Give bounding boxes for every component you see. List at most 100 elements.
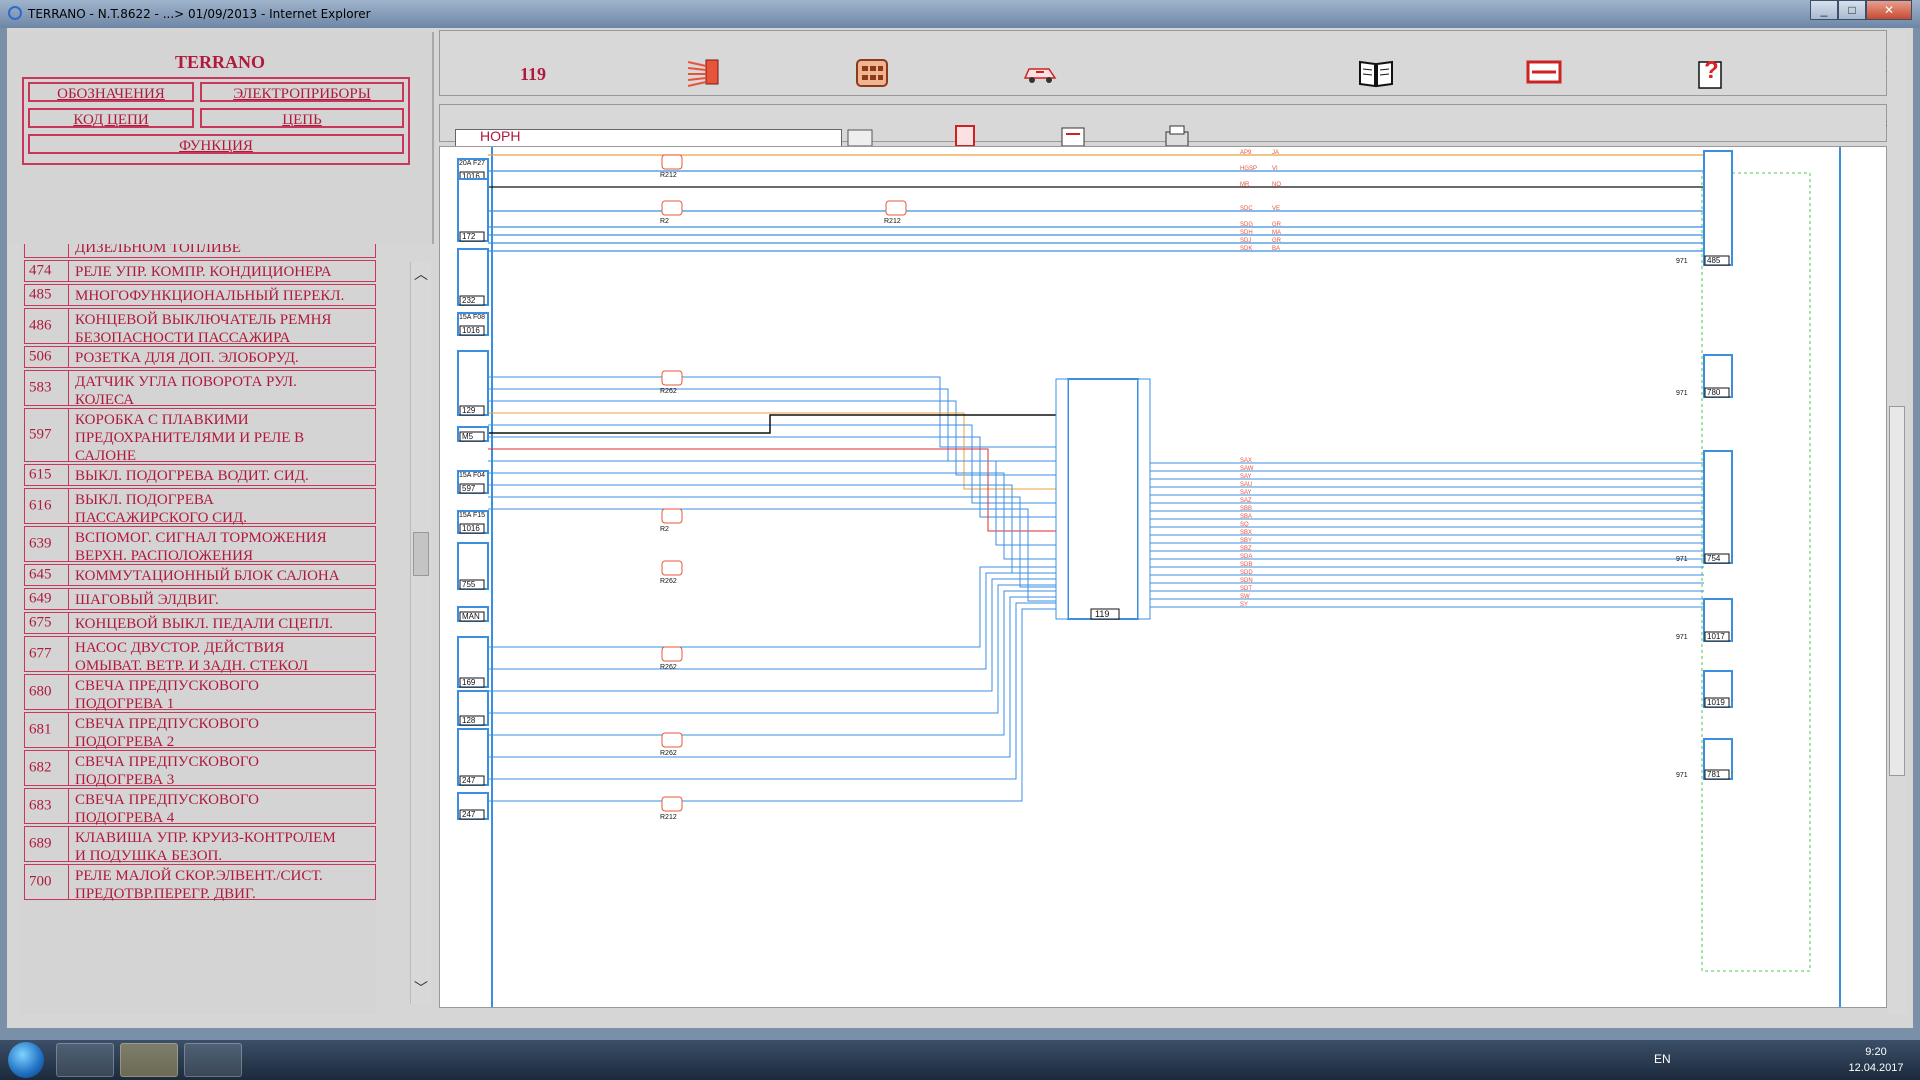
list-item[interactable]: 583 ДАТЧИК УГЛА ПОВОРОТА РУЛ. КОЛЕСА — [24, 370, 376, 408]
list-item-code[interactable]: 485 — [25, 285, 69, 305]
list-item-code — [25, 244, 69, 257]
fuse-icon[interactable] — [1526, 54, 1562, 90]
start-button[interactable] — [8, 1042, 44, 1078]
internet-explorer-icon — [8, 6, 22, 20]
list-scrollbar[interactable]: ︿ ﹀ — [410, 262, 431, 1004]
wiring-diagram-area[interactable]: AP9 JA HGSP VI MR NO SDC VE SDG GR SDH MA SDJ GR SDK BA… — [439, 146, 1887, 1008]
list-item-code[interactable]: 682 — [25, 751, 69, 785]
print-icon[interactable] — [1162, 124, 1192, 146]
list-item[interactable]: 649 ШАГОВЫЙ ЭЛДВИГ. — [24, 588, 376, 610]
list-item-code[interactable]: 675 — [25, 613, 69, 633]
list-item[interactable]: 486 КОНЦЕВОЙ ВЫКЛЮЧАТЕЛЬ РЕМНЯ БЕЗОПАСНОС… — [24, 308, 376, 346]
close-button[interactable]: ✕ — [1866, 0, 1912, 20]
list-item-code[interactable]: 680 — [25, 675, 69, 709]
component-id-label: 128 — [462, 716, 476, 725]
list-item-code[interactable]: 616 — [25, 489, 69, 523]
left-component: 247 — [457, 792, 489, 820]
component-id-label: 755 — [462, 580, 476, 589]
wire-color-label: GR — [1272, 222, 1282, 228]
svg-text:?: ? — [1704, 57, 1719, 84]
function-button[interactable]: ФУНКЦИЯ — [28, 134, 404, 154]
wire-code-label: SAW — [1240, 466, 1254, 472]
list-item-code[interactable]: 649 — [25, 589, 69, 609]
component-fuse-label: 15A F15 — [459, 512, 485, 519]
system-clock[interactable]: 9:20 12.04.2017 — [1840, 1044, 1912, 1076]
list-item-label: КОНЦЕВОЙ ВЫКЛ. ПЕДАЛИ СЦЕПЛ. — [75, 616, 334, 632]
list-item[interactable]: 700 РЕЛЕ МАЛОЙ СКОР.ЭЛВЕНТ./СИСТ. ПРЕДОТВ… — [24, 864, 376, 902]
list-item-label: РОЗЕТКА ДЛЯ ДОП. ЭЛОБОРУД. — [75, 350, 299, 366]
vehicle-location-icon[interactable] — [1022, 54, 1058, 90]
help-icon[interactable]: ? — [1694, 54, 1730, 90]
list-item[interactable]: 645 КОММУТАЦИОННЫЙ БЛОК САЛОНА — [24, 564, 376, 586]
list-item[interactable]: 680 СВЕЧА ПРЕДПУСКОВОГО ПОДОГРЕВА 1 — [24, 674, 376, 712]
wire-code-label: SAZ — [1240, 498, 1252, 504]
maximize-button[interactable]: □ — [1838, 0, 1866, 20]
taskbar-chrome-icon[interactable] — [184, 1043, 242, 1077]
electrical-devices-button[interactable]: ЭЛЕКТРОПРИБОРЫ — [200, 82, 404, 102]
wire-code-label: SDC — [1240, 206, 1253, 212]
list-item-code[interactable]: 597 — [25, 409, 69, 461]
diagram-scroll-thumb[interactable] — [1889, 406, 1905, 776]
notes-icon[interactable] — [1058, 124, 1088, 146]
list-item[interactable]: 506 РОЗЕТКА ДЛЯ ДОП. ЭЛОБОРУД. — [24, 346, 376, 368]
taskbar-explorer-folder-icon[interactable] — [120, 1043, 178, 1077]
list-item[interactable]: 616 ВЫКЛ. ПОДОГРЕВА ПАССАЖИРСКОГО СИД. — [24, 488, 376, 526]
book-icon[interactable] — [1358, 54, 1394, 90]
designations-button[interactable]: ОБОЗНАЧЕНИЯ — [28, 82, 194, 102]
list-item-code[interactable]: 689 — [25, 827, 69, 861]
list-item[interactable]: 615 ВЫКЛ. ПОДОГРЕВА ВОДИТ. СИД. — [24, 464, 376, 486]
list-item[interactable]: 639 ВСПОМОГ. СИГНАЛ ТОРМОЖЕНИЯ ВЕРХН. РАС… — [24, 526, 376, 564]
wire-code-label: SAY — [1240, 490, 1252, 496]
scroll-up-arrow-icon[interactable]: ︿ — [411, 266, 431, 282]
list-item-code[interactable]: 506 — [25, 347, 69, 367]
list-item-code[interactable]: 486 — [25, 309, 69, 343]
list-item[interactable]: 689 КЛАВИША УПР. КРУИЗ-КОНТРОЛЕМ И ПОДУШК… — [24, 826, 376, 864]
circuit-code-button[interactable]: КОД ЦЕПИ — [28, 108, 194, 128]
connector-label: R262 — [660, 578, 677, 585]
component-id-label: 1017 — [1707, 632, 1725, 641]
circuit-button[interactable]: ЦЕПЬ — [200, 108, 404, 128]
wire-code-label: SBX — [1240, 530, 1252, 536]
circuit-dropdown[interactable]: НОРН — [455, 129, 842, 147]
list-item-code[interactable]: 683 — [25, 789, 69, 823]
harness-icon[interactable] — [686, 54, 722, 90]
windows-taskbar: EN 9:20 12.04.2017 — [0, 1040, 1920, 1080]
list-scroll-thumb[interactable] — [413, 532, 429, 576]
wire-code-label: SQ — [1240, 522, 1249, 528]
list-item[interactable]: 675 КОНЦЕВОЙ ВЫКЛ. ПЕДАЛИ СЦЕПЛ. — [24, 612, 376, 634]
component-id-label: 232 — [462, 296, 476, 305]
list-item[interactable]: ДИЗЕЛЬНОМ ТОПЛИВЕ — [24, 244, 376, 258]
list-item[interactable]: 597 КОРОБКА С ПЛАВКИМИ ПРЕДОХРАНИТЕЛЯМИ И… — [24, 408, 376, 464]
list-item[interactable]: 681 СВЕЧА ПРЕДПУСКОВОГО ПОДОГРЕВА 2 — [24, 712, 376, 750]
list-item-label: ВЫКЛ. ПОДОГРЕВА ПАССАЖИРСКОГО СИД. — [75, 492, 247, 526]
list-item[interactable]: 682 СВЕЧА ПРЕДПУСКОВОГО ПОДОГРЕВА 3 — [24, 750, 376, 788]
left-component: 172 — [457, 178, 489, 242]
language-indicator[interactable]: EN — [1654, 1052, 1671, 1066]
taskbar-internet-explorer-icon[interactable] — [56, 1043, 114, 1077]
list-item[interactable]: 485 МНОГОФУНКЦИОНАЛЬНЫЙ ПЕРЕКЛ. — [24, 284, 376, 306]
component-connector-label: 971 — [1676, 772, 1688, 779]
list-item-code[interactable]: 681 — [25, 713, 69, 747]
list-item-code[interactable]: 583 — [25, 371, 69, 405]
list-item-code[interactable]: 677 — [25, 637, 69, 671]
wire-code-label: SDN — [1240, 578, 1253, 584]
list-item-code[interactable]: 615 — [25, 465, 69, 485]
list-item[interactable]: 677 НАСОС ДВУСТОР. ДЕЙСТВИЯ ОМЫВАТ. ВЕТР.… — [24, 636, 376, 674]
list-item-code[interactable]: 474 — [25, 261, 69, 281]
connector-label: R262 — [660, 388, 677, 395]
component-icon[interactable] — [952, 124, 982, 146]
wire-code-label: SDT — [1240, 586, 1252, 592]
scroll-down-arrow-icon[interactable]: ﹀ — [411, 980, 431, 996]
list-item-code[interactable]: 700 — [25, 865, 69, 899]
list-item-code[interactable]: 639 — [25, 527, 69, 561]
left-component: 169 — [457, 636, 489, 688]
minimize-button[interactable]: _ — [1810, 0, 1838, 20]
connector-icon[interactable] — [854, 54, 890, 90]
list-item[interactable]: 474 РЕЛЕ УПР. КОМПР. КОНДИЦИОНЕРА — [24, 260, 376, 282]
diagram-scrollbar[interactable] — [1887, 30, 1907, 1014]
dropdown-tool-icon[interactable] — [846, 124, 876, 146]
list-item-code[interactable]: 645 — [25, 565, 69, 585]
component-id-label: 172 — [462, 232, 476, 241]
list-item[interactable]: 683 СВЕЧА ПРЕДПУСКОВОГО ПОДОГРЕВА 4 — [24, 788, 376, 826]
wire-code-label: SAY — [1240, 474, 1252, 480]
